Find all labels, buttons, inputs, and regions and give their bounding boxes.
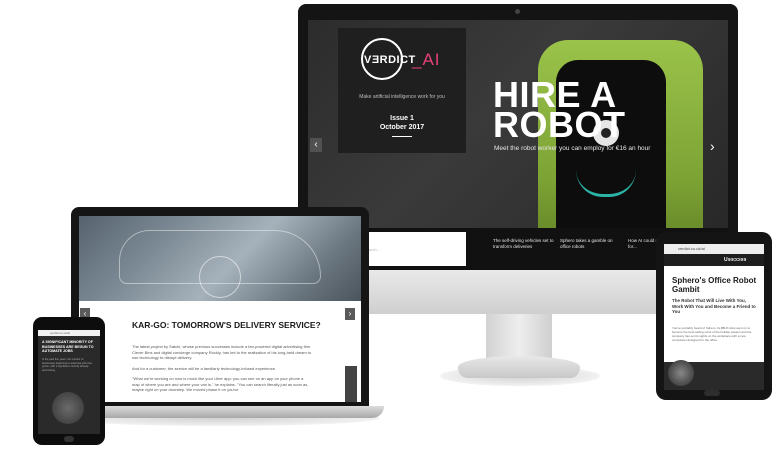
carousel-next-icon[interactable]: › — [345, 308, 355, 320]
article-paragraph: And for a customer, the service will be … — [132, 366, 277, 371]
webcam-icon — [515, 9, 520, 14]
article-link[interactable]: Sphero takes a gamble on office robots — [560, 238, 624, 250]
site-nav-bar — [664, 254, 764, 266]
masthead-tagline: Make artificial intelligence work for yo… — [359, 94, 445, 100]
magazine-masthead — [338, 28, 466, 153]
article-image — [52, 392, 84, 424]
home-button[interactable] — [704, 390, 720, 396]
wheel-wireframe — [199, 256, 241, 298]
carousel-prev-icon[interactable]: ‹ — [310, 138, 322, 152]
home-button[interactable] — [64, 436, 74, 442]
monitor-stand-neck — [486, 314, 552, 358]
issue-number: Issue 1 — [390, 115, 414, 122]
divider — [392, 136, 412, 137]
issue-date: October 2017 — [379, 124, 425, 131]
article-subtitle: The Robot That Will Live With You, Work … — [672, 298, 756, 314]
article-link[interactable]: The self-driving vehicles set to transfo… — [493, 238, 557, 250]
carousel-next-icon[interactable]: › — [710, 138, 715, 154]
verdict-logo[interactable]: VƎRDICT — [364, 54, 416, 66]
laptop-screen: ‹ › KAR-GO: TOMORROW'S DELIVERY SERVICE?… — [79, 216, 361, 402]
hero-subtitle: Meet the robot worker you can employ for… — [494, 145, 651, 152]
article-paragraph: The latest project by Satchi, whose prev… — [132, 344, 312, 360]
url-text: verdict.co.uk/ai — [678, 246, 705, 251]
hero-title-line2: ROBOT — [493, 104, 626, 145]
article-title: Sphero's Office Robot Gambit — [672, 276, 757, 294]
hero-title: HIRE A ROBOT — [493, 77, 693, 145]
sphero-robot-image — [668, 360, 694, 386]
laptop-base — [56, 406, 384, 418]
article-title: KAR-GO: TOMORROW'S DELIVERY SERVICE? — [132, 320, 321, 330]
monitor-stand-base — [458, 356, 580, 378]
article-headline: A SIGNIFICANT MINORITY OF BUSINESSES ARE… — [42, 340, 94, 353]
nav-logo[interactable]: Uɘɘɔɔɘɘ — [724, 257, 746, 263]
article-body: In the past five years, the number of bu… — [42, 358, 92, 372]
article-body: You've probably heard of Sphero. Its BB-… — [672, 326, 752, 342]
share-toolbar[interactable] — [345, 366, 357, 402]
article-paragraph: "What we're working on now is much like … — [132, 376, 309, 392]
url-text: verdict.co.uk/ai — [50, 331, 71, 335]
verdict-ai-suffix: _AI — [412, 50, 441, 69]
phone-left-screen: verdict.co.uk/ai A SIGNIFICANT MINORITY … — [38, 330, 100, 434]
